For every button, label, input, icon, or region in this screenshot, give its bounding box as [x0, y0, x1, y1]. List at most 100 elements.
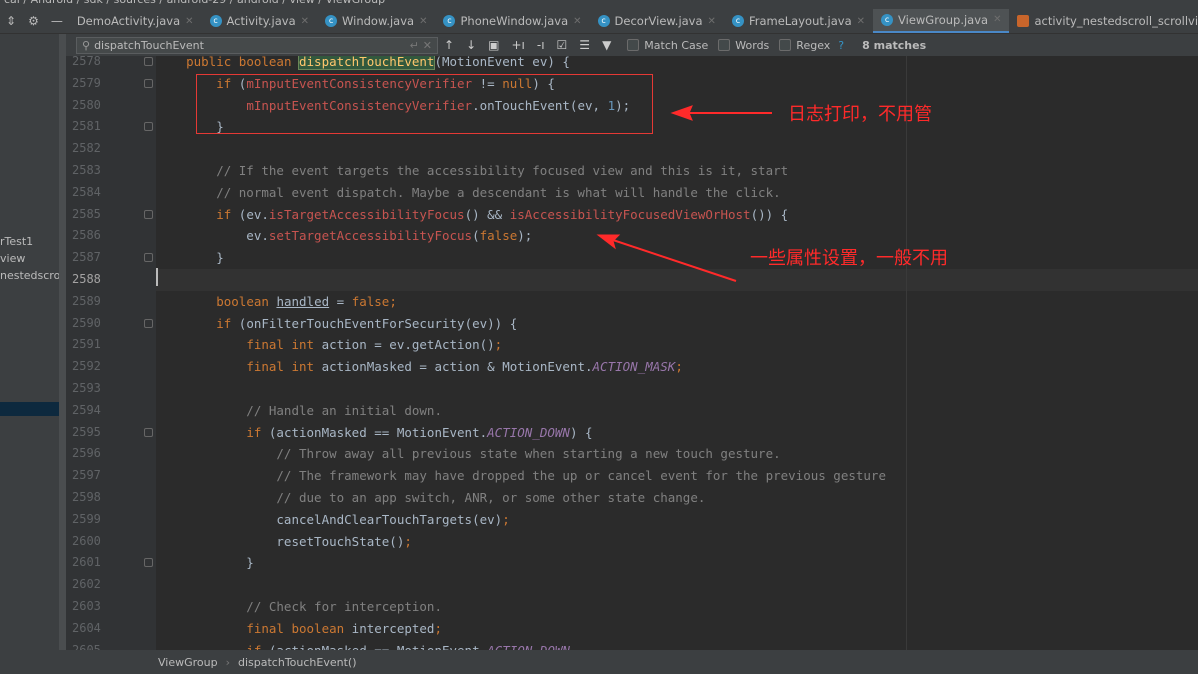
code-line: ev.setTargetAccessibilityFocus(false); [156, 225, 1198, 247]
path-segment[interactable]: sdk [84, 0, 103, 6]
path-segment[interactable]: android [237, 0, 279, 6]
code-token: // due to an app switch, ANR, or some ot… [156, 490, 706, 505]
previous-match-button[interactable]: ↑ [438, 38, 460, 52]
tree-item[interactable]: nestedscrollview [0, 269, 66, 282]
tree-item[interactable]: rTest1 [0, 235, 33, 248]
fold-marker-icon[interactable] [144, 427, 153, 437]
line-number: 2593 [72, 381, 101, 395]
breadcrumb-class[interactable]: ViewGroup [158, 656, 218, 669]
tab-framelayout-java[interactable]: c FrameLayout.java ✕ [724, 9, 873, 33]
words-checkbox[interactable]: Words [718, 39, 769, 52]
line-number: 2583 [72, 163, 101, 177]
code-token: ); [517, 228, 533, 244]
code-line: // Throw away all previous state when st… [156, 443, 1198, 465]
editor-tabs: ⇕ ⚙ — DemoActivity.java ✕ c Activity.java ✕ c… [0, 9, 1198, 34]
tab-window-java[interactable]: c Window.java ✕ [317, 9, 435, 33]
code-line: if (onFilterTouchEventForSecurity(ev)) { [156, 313, 1198, 335]
select-all-occurrences-icon[interactable]: ☑ [551, 38, 574, 52]
tab-activity-nestedscroll-scrollview-recyclerview-xml[interactable]: activity_nestedscroll_scrollview_recycle… [1009, 9, 1198, 33]
class-icon: c [325, 15, 338, 27]
code-line: resetTouchState(); [156, 531, 1198, 553]
tab-label: Activity.java [226, 14, 296, 28]
selected-tree-item[interactable] [0, 402, 59, 416]
code-line: final boolean intercepted; [156, 618, 1198, 640]
tab-viewgroup-java[interactable]: c ViewGroup.java ✕ [873, 9, 1010, 33]
tab-activity-java[interactable]: c Activity.java ✕ [202, 9, 318, 33]
align-icon[interactable]: ☰ [573, 38, 596, 52]
line-number-gutter: 2578 2579 2580 2581 2582 2583 2584 2585 2586 2587… [66, 56, 156, 650]
minimize-icon[interactable]: — [45, 14, 69, 28]
code-token: } [156, 555, 254, 571]
path-segment[interactable]: view [289, 0, 314, 6]
line-number: 2591 [72, 337, 101, 352]
collapse-icon[interactable]: ⇕ [0, 14, 22, 28]
breadcrumb-method[interactable]: dispatchTouchEvent() [238, 656, 357, 669]
code-token: ()) { [750, 206, 789, 222]
code-token: // If the event targets the accessibilit… [156, 163, 789, 178]
close-tab-icon[interactable]: ✕ [301, 16, 309, 27]
newline-icon[interactable]: ↵ [410, 39, 419, 52]
code-token: ; [389, 293, 397, 309]
tab-phonewindow-java[interactable]: c PhoneWindow.java ✕ [435, 9, 589, 33]
remove-selection-icon[interactable]: -ı [531, 38, 551, 52]
tree-item[interactable]: view [0, 252, 25, 265]
path-segment[interactable]: sources [114, 0, 156, 6]
close-tab-icon[interactable]: ✕ [419, 16, 427, 27]
sidebar-scrollbar[interactable] [59, 34, 66, 650]
code-token: ; [502, 511, 510, 527]
fold-marker-icon[interactable] [144, 209, 153, 219]
search-field[interactable]: ⚲ ↵ ✕ [76, 36, 438, 54]
class-icon: c [209, 15, 222, 27]
line-number: 2581 [72, 119, 101, 134]
xml-file-icon [1017, 15, 1030, 27]
close-tab-icon[interactable]: ✕ [993, 14, 1001, 25]
clear-icon[interactable]: ✕ [423, 39, 432, 52]
code-token: intercepted [351, 620, 435, 636]
fold-marker-icon[interactable] [144, 122, 153, 132]
code-editor[interactable]: public boolean dispatchTouchEvent(Motion… [156, 56, 1198, 650]
fold-marker-icon[interactable] [144, 57, 153, 66]
filter-icon[interactable]: ▼ [596, 38, 617, 52]
regex-checkbox[interactable]: Regex [779, 39, 830, 52]
help-icon[interactable]: ? [838, 39, 844, 52]
tab-label: PhoneWindow.java [460, 14, 569, 28]
code-line: public boolean dispatchTouchEvent(Motion… [156, 56, 1198, 73]
code-token: final int [246, 337, 322, 353]
path-segment[interactable]: cal [4, 0, 20, 6]
path-segment[interactable]: android-29 [167, 0, 227, 6]
close-tab-icon[interactable]: ✕ [708, 16, 716, 27]
fold-marker-icon[interactable] [144, 318, 153, 328]
close-tab-icon[interactable]: ✕ [857, 16, 865, 27]
line-number: 2584 [72, 184, 101, 199]
fold-marker-icon[interactable] [144, 558, 153, 568]
path-breadcrumb: cal / Android / sdk / sources / android-… [0, 0, 1198, 9]
fold-marker-icon[interactable] [144, 253, 153, 263]
search-input[interactable] [94, 38, 406, 52]
code-token: // Handle an initial down. [156, 402, 442, 418]
match-case-checkbox[interactable]: Match Case [627, 39, 708, 52]
tab-decorview-java[interactable]: c DecorView.java ✕ [590, 9, 724, 33]
code-token: boolean [216, 293, 277, 309]
code-token: isTargetAccessibilityFocus [268, 206, 465, 222]
code-token: ACTION_MASK [592, 359, 676, 375]
next-match-button[interactable]: ↓ [460, 38, 482, 52]
path-segment[interactable]: Android [31, 0, 74, 6]
code-token: if [216, 315, 239, 331]
gear-icon[interactable]: ⚙ [22, 14, 45, 28]
class-icon: c [597, 15, 610, 27]
close-tab-icon[interactable]: ✕ [185, 16, 193, 27]
close-tab-icon[interactable]: ✕ [573, 16, 581, 27]
code-token: (ev. [238, 206, 269, 222]
code-token: isAccessibilityFocusedViewOrHost [509, 206, 751, 222]
code-token: ACTION_DOWN [487, 424, 570, 440]
path-segment[interactable]: ViewGroup [325, 0, 385, 6]
add-selection-icon[interactable]: +ı [505, 38, 530, 52]
tab-demoactivity-java[interactable]: DemoActivity.java ✕ [69, 9, 202, 33]
code-token: (actionMasked == MotionEvent. [268, 424, 488, 440]
select-all-icon[interactable]: ▣ [482, 38, 505, 52]
code-token: final boolean [246, 620, 352, 636]
fold-marker-icon[interactable] [144, 78, 153, 88]
